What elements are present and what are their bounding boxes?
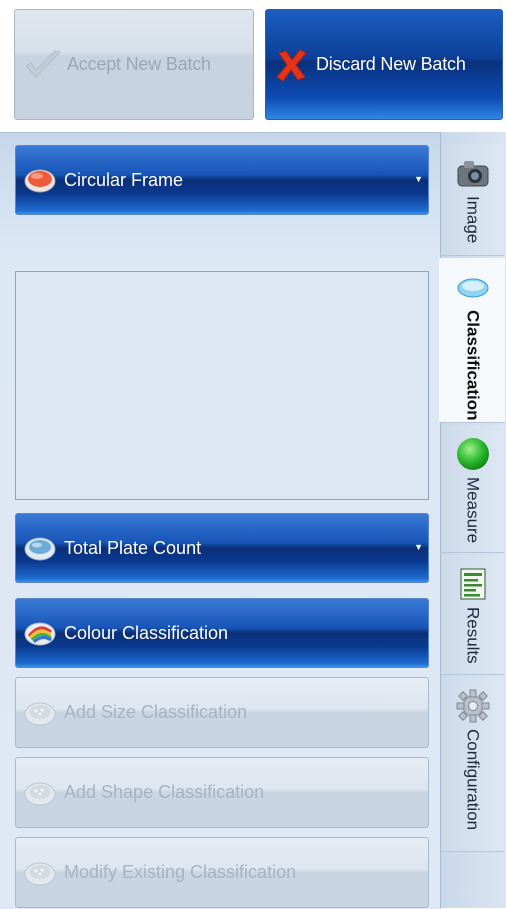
- tab-results-label: Results: [463, 607, 483, 664]
- red-x-icon: [272, 45, 312, 85]
- modify-existing-classification-label: Modify Existing Classification: [64, 862, 297, 882]
- red-circle-icon: [22, 162, 58, 198]
- petri-dish-icon: [22, 855, 58, 891]
- camera-icon: [456, 156, 490, 190]
- accept-new-batch-label: Accept New Batch: [67, 54, 211, 74]
- tab-measure-label: Measure: [463, 477, 483, 544]
- accept-new-batch-button[interactable]: Accept New Batch: [14, 9, 254, 120]
- petri-dish-icon: [22, 695, 58, 731]
- add-size-classification-label: Add Size Classification: [64, 702, 248, 722]
- modify-existing-classification-button[interactable]: Modify Existing Classification: [15, 837, 429, 908]
- tab-classification[interactable]: Classification: [439, 258, 505, 423]
- petri-dish-icon: [22, 775, 58, 811]
- petri-dish-icon: [22, 530, 58, 566]
- green-ball-icon: [456, 437, 490, 471]
- rainbow-dish-icon: [22, 615, 58, 651]
- tab-configuration-label: Configuration: [463, 729, 483, 831]
- dropdown-arrow-icon: ▼: [414, 174, 423, 184]
- side-tab-strip: Image Classification Measure Results Con…: [439, 132, 506, 908]
- add-shape-classification-button[interactable]: Add Shape Classification: [15, 757, 429, 828]
- count-dropdown-label: Total Plate Count: [64, 537, 202, 558]
- checkmark-icon: [23, 45, 63, 85]
- add-shape-classification-label: Add Shape Classification: [64, 782, 265, 802]
- spreadsheet-icon: [456, 567, 490, 601]
- discard-new-batch-label: Discard New Batch: [316, 54, 466, 74]
- tab-classification-label: Classification: [463, 310, 483, 421]
- tab-measure[interactable]: Measure: [441, 425, 504, 553]
- gear-icon: [456, 689, 490, 723]
- add-size-classification-button[interactable]: Add Size Classification: [15, 677, 429, 748]
- frame-dropdown-label: Circular Frame: [64, 169, 184, 190]
- count-dropdown[interactable]: Total Plate Count ▼: [15, 513, 429, 583]
- tab-configuration[interactable]: Configuration: [441, 677, 504, 852]
- colour-classification-button[interactable]: Colour Classification: [15, 598, 429, 668]
- tab-image-label: Image: [463, 196, 483, 244]
- tab-results[interactable]: Results: [441, 555, 504, 675]
- colour-classification-label: Colour Classification: [64, 622, 229, 643]
- dropdown-arrow-icon: ▼: [414, 542, 423, 552]
- discard-new-batch-button[interactable]: Discard New Batch: [265, 9, 503, 120]
- classification-list[interactable]: [15, 271, 429, 500]
- petri-dish-icon: [456, 270, 490, 304]
- frame-dropdown[interactable]: Circular Frame ▼: [15, 145, 429, 215]
- tab-image[interactable]: Image: [441, 144, 504, 256]
